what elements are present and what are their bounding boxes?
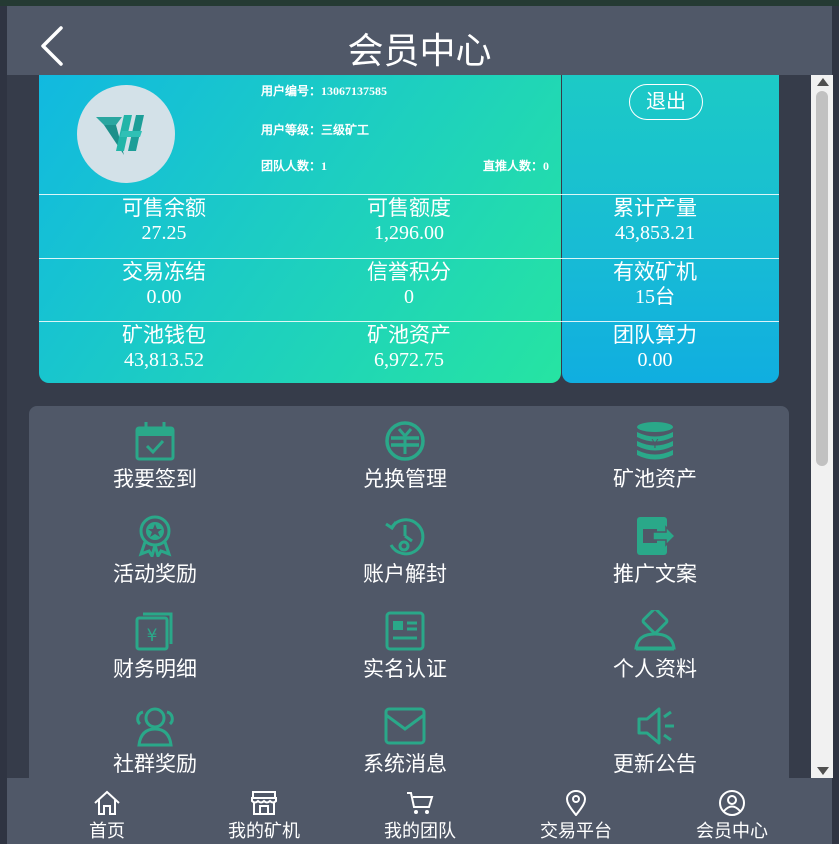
stat-trade-frozen: 交易冻结 0.00	[122, 260, 206, 308]
divider	[39, 258, 779, 259]
stat-pool-assets: 矿池资产 6,972.75	[367, 323, 451, 371]
mail-icon	[384, 707, 426, 745]
user-id-row: 用户编号：13067137585	[261, 84, 388, 98]
menu-item-profile[interactable]: 个人资料	[565, 610, 745, 682]
svg-text:¥: ¥	[651, 437, 659, 451]
stat-sellable-balance: 可售余额 27.25	[122, 196, 206, 244]
user-circle-icon	[719, 790, 745, 816]
exchange-icon	[385, 421, 425, 461]
id-card-icon	[385, 611, 425, 651]
community-icon	[136, 707, 174, 747]
menu-item-community-reward[interactable]: 社群奖励	[65, 705, 245, 777]
tab-member-center[interactable]: 会员中心	[672, 778, 792, 843]
location-pin-icon	[565, 790, 587, 816]
avatar	[77, 85, 175, 183]
store-icon	[251, 791, 277, 815]
menu-item-finance-detail[interactable]: ¥ 财务明细	[65, 610, 245, 682]
tab-home[interactable]: 首页	[47, 778, 167, 843]
scroll-up-arrow-icon[interactable]	[817, 78, 829, 86]
user-level-row: 用户等级：三级矿工	[261, 123, 370, 137]
stat-credit-score: 信誉积分 0	[367, 260, 451, 308]
calendar-check-icon	[135, 422, 175, 461]
stat-sellable-quota: 可售额度 1,296.00	[367, 196, 451, 244]
brand-logo-icon	[96, 115, 144, 155]
menu-item-account-unlock[interactable]: 账户解封	[315, 515, 495, 587]
scroll-content[interactable]: 用户编号：13067137585 用户等级：三级矿工 团队人数：1 直推人数：0…	[7, 75, 811, 778]
home-icon	[94, 790, 120, 815]
team-count-row: 团队人数：1	[261, 159, 328, 173]
scroll-down-arrow-icon[interactable]	[817, 767, 829, 775]
user-profile-icon	[634, 610, 676, 651]
coin-stack-icon: ¥	[637, 422, 673, 460]
finance-detail-icon: ¥	[135, 612, 173, 651]
unlock-clock-icon	[385, 518, 425, 556]
share-icon	[637, 517, 677, 555]
svg-text:¥: ¥	[147, 626, 158, 646]
divider	[39, 321, 779, 322]
scrollbar[interactable]	[811, 75, 833, 778]
stat-team-hashrate: 团队算力 0.00	[613, 323, 697, 371]
tab-my-miners[interactable]: 我的矿机	[204, 778, 324, 843]
direct-count-row: 直推人数：0	[483, 159, 550, 173]
header-bar: 会员中心	[7, 6, 832, 75]
menu-item-promotion-copy[interactable]: 推广文案	[565, 515, 745, 587]
menu-item-announcement[interactable]: 更新公告	[565, 705, 745, 777]
menu-item-pool-assets[interactable]: ¥ 矿池资产	[565, 420, 745, 492]
logout-button[interactable]: 退出	[629, 84, 703, 120]
stat-pool-wallet: 矿池钱包 43,813.52	[122, 323, 206, 371]
medal-icon	[138, 515, 172, 557]
stat-total-output: 累计产量 43,853.21	[613, 196, 697, 244]
page-title: 会员中心	[347, 30, 492, 71]
tab-my-team[interactable]: 我的团队	[360, 778, 480, 843]
menu-item-system-message[interactable]: 系统消息	[315, 705, 495, 777]
megaphone-icon	[637, 707, 674, 745]
scrollbar-thumb[interactable]	[816, 91, 828, 466]
cart-icon	[407, 792, 434, 814]
tab-trade-platform[interactable]: 交易平台	[516, 778, 636, 843]
menu-item-sign-in[interactable]: 我要签到	[65, 420, 245, 492]
function-menu: 我要签到 兑换管理 ¥ 矿池资产 活动奖励 账户解封 推广文案 ¥ 财务明细 实…	[29, 406, 789, 778]
menu-item-real-name[interactable]: 实名认证	[315, 610, 495, 682]
divider	[39, 194, 779, 195]
member-info-card: 用户编号：13067137585 用户等级：三级矿工 团队人数：1 直推人数：0…	[39, 75, 779, 383]
bottom-tab-bar: 首页 我的矿机 我的团队 交易平台 会员中心	[7, 778, 832, 844]
menu-item-activity-reward[interactable]: 活动奖励	[65, 515, 245, 587]
menu-item-exchange[interactable]: 兑换管理	[315, 420, 495, 492]
stat-active-miners: 有效矿机 15台	[613, 260, 697, 308]
